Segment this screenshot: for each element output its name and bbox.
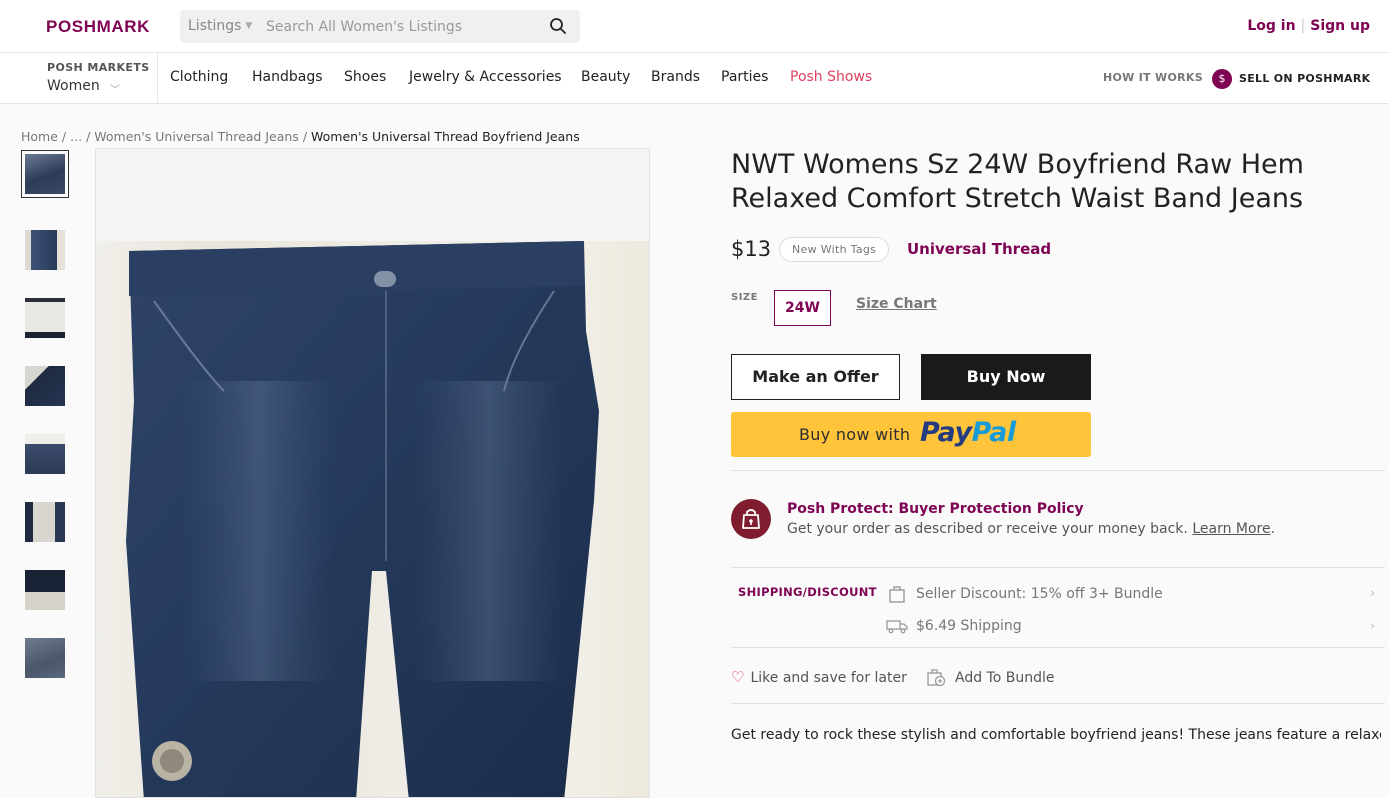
divider — [731, 470, 1385, 471]
nav-item-jewelry-accessories[interactable]: Jewelry & Accessories — [409, 69, 562, 85]
nav-item-posh-shows[interactable]: Posh Shows — [790, 69, 872, 85]
divider — [731, 647, 1385, 648]
breadcrumb-home[interactable]: Home — [21, 129, 58, 144]
condition-badge: New With Tags — [779, 237, 890, 262]
posh-markets-label: POSH MARKETS — [47, 61, 150, 74]
nav-item-brands[interactable]: Brands — [651, 69, 700, 85]
breadcrumb-current[interactable]: Women's Universal Thread Boyfriend Jeans — [311, 129, 580, 144]
thumbnail-3[interactable] — [21, 294, 69, 342]
thumbnail-8[interactable] — [21, 634, 69, 682]
nav-item-clothing[interactable]: Clothing — [170, 69, 228, 85]
main-product-image[interactable] — [95, 148, 650, 798]
breadcrumb: Home /... / Women's Universal Thread Jeans /… — [21, 129, 580, 144]
login-link[interactable]: Log in — [1247, 18, 1295, 34]
signup-link[interactable]: Sign up — [1310, 18, 1370, 34]
dollar-icon: $ — [1212, 69, 1232, 89]
posh-protect-text: Get your order as described or receive y… — [787, 521, 1188, 537]
nav-item-handbags[interactable]: Handbags — [252, 69, 323, 85]
thumbnail-5[interactable] — [21, 430, 69, 478]
jeans-image — [126, 241, 599, 797]
shipping-cost-text: $6.49 Shipping — [916, 618, 1022, 634]
seller-discount-text: Seller Discount: 15% off 3+ Bundle — [916, 586, 1163, 602]
nav-item-parties[interactable]: Parties — [721, 69, 768, 85]
paypal-logo-pay: Pay — [920, 417, 972, 448]
category-navbar: POSH MARKETS Women ﹀ Clothing Handbags S… — [0, 53, 1389, 104]
thumbnail-image — [25, 638, 65, 678]
thumbnail-image — [25, 230, 65, 270]
make-offer-button[interactable]: Make an Offer — [731, 354, 900, 400]
divider — [731, 567, 1385, 568]
chevron-down-icon: ﹀ — [110, 85, 120, 96]
listing-description: Get ready to rock these stylish and comf… — [731, 727, 1381, 743]
size-option[interactable]: 24W — [774, 290, 831, 326]
search-scope-label: Listings — [188, 18, 242, 34]
learn-more-link[interactable]: Learn More — [1192, 521, 1270, 537]
chevron-down-icon: ▼ — [245, 21, 253, 31]
shipping-discount-label: SHIPPING/DISCOUNT — [738, 585, 877, 599]
posh-markets-value: Women — [47, 78, 100, 94]
buy-now-button[interactable]: Buy Now — [921, 354, 1091, 400]
thumbnail-image — [25, 298, 65, 338]
search-bar: Listings ▼ — [180, 10, 580, 43]
nav-item-shoes[interactable]: Shoes — [344, 69, 386, 85]
how-it-works-link[interactable]: HOW IT WORKS — [1103, 71, 1203, 84]
thumbnail-image — [25, 570, 65, 610]
paypal-button[interactable]: Buy now with PayPal — [731, 412, 1091, 457]
heart-icon: ♡ — [731, 668, 745, 686]
seller-discount-row[interactable]: Seller Discount: 15% off 3+ Bundle — [886, 584, 1163, 604]
posh-protect-title: Posh Protect: Buyer Protection Policy — [787, 501, 1084, 517]
shipping-cost-row[interactable]: $6.49 Shipping — [886, 618, 1022, 634]
listing-price: $13 — [731, 237, 772, 261]
bundle-bag-icon — [889, 586, 905, 603]
breadcrumb-separator: / — [302, 129, 308, 144]
thumbnail-image — [25, 502, 65, 542]
thumbnail-2[interactable] — [21, 226, 69, 274]
thumbnail-7[interactable] — [21, 566, 69, 614]
nav-item-beauty[interactable]: Beauty — [581, 69, 630, 85]
add-to-bundle-label: Add To Bundle — [955, 670, 1055, 686]
divider — [731, 703, 1385, 704]
paypal-logo: PayPal — [920, 417, 1016, 448]
top-header: POSHMARK Listings▼ Log in |Sign up — [0, 0, 1389, 53]
paypal-prefix: Buy now with — [799, 425, 911, 444]
poshmark-logo[interactable]: POSHMARK — [46, 17, 150, 37]
add-bundle-icon — [927, 669, 946, 687]
search-icon[interactable] — [549, 17, 567, 35]
auth-links: Log in | Sign up — [1247, 18, 1370, 34]
chevron-right-icon: › — [1370, 586, 1376, 601]
thumbnail-image — [25, 366, 65, 406]
shopping-bag-lock-icon — [731, 499, 771, 539]
search-input[interactable] — [266, 15, 536, 38]
posh-markets-selector[interactable]: POSH MARKETS Women ﹀ — [0, 53, 158, 104]
posh-protect-period: . — [1270, 521, 1276, 537]
chevron-right-icon: › — [1370, 619, 1376, 634]
size-label: SIZE — [731, 292, 759, 303]
breadcrumb-ellipsis[interactable]: ... — [70, 129, 82, 144]
thumbnail-6[interactable] — [21, 498, 69, 546]
like-label: Like and save for later — [750, 670, 907, 686]
thumbnail-image — [25, 434, 65, 474]
brand-link[interactable]: Universal Thread — [907, 240, 1051, 258]
thumbnail-image — [25, 154, 65, 194]
breadcrumb-separator: / — [61, 129, 67, 144]
size-chart-link[interactable]: Size Chart — [856, 296, 937, 312]
add-to-bundle-button[interactable]: Add To Bundle — [925, 668, 1054, 688]
search-scope-dropdown[interactable]: Listings ▼ — [188, 18, 252, 34]
breadcrumb-category[interactable]: Women's Universal Thread Jeans — [94, 129, 299, 144]
sell-label: SELL ON POSHMARK — [1239, 72, 1371, 85]
auth-separator: | — [1300, 18, 1306, 34]
paypal-logo-pal: Pal — [971, 417, 1017, 448]
listing-title: NWT Womens Sz 24W Boyfriend Raw Hem Rela… — [731, 149, 1304, 214]
like-button[interactable]: ♡ Like and save for later — [731, 668, 907, 686]
truck-icon — [886, 620, 908, 634]
thumbnail-1[interactable] — [21, 150, 69, 198]
posh-protect-description: Get your order as described or receive y… — [787, 521, 1275, 537]
breadcrumb-separator: / — [86, 129, 91, 144]
thumbnail-4[interactable] — [21, 362, 69, 410]
